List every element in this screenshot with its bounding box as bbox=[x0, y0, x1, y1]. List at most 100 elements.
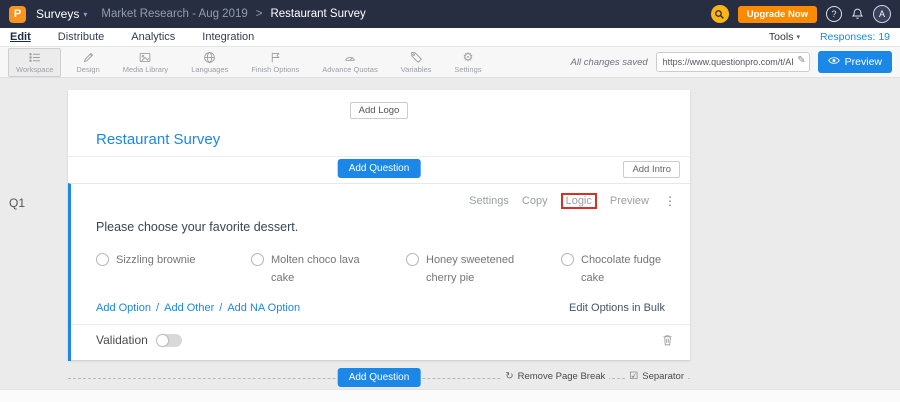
toggle-knob bbox=[157, 335, 168, 346]
finish-options-icon bbox=[269, 51, 282, 64]
tab-analytics[interactable]: Analytics bbox=[131, 31, 175, 43]
toolbar-item-label: Variables bbox=[401, 65, 432, 74]
survey-url-input[interactable] bbox=[656, 52, 810, 72]
option-links-row: Add Option / Add Other / Add NA Option E… bbox=[96, 302, 665, 314]
help-icon[interactable]: ? bbox=[826, 6, 842, 22]
media-library-icon bbox=[138, 51, 152, 64]
toolbar-item-label: Finish Options bbox=[251, 65, 299, 74]
editor-content: Q1 Add Logo Restaurant Survey Add Questi… bbox=[0, 78, 900, 402]
radio-icon bbox=[406, 253, 419, 266]
advance-quotas-icon bbox=[343, 51, 357, 64]
tools-menu[interactable]: Tools ▾ bbox=[769, 31, 800, 43]
tab-integration[interactable]: Integration bbox=[202, 31, 254, 43]
topbar-right: Upgrade Now ? A bbox=[711, 5, 891, 23]
answer-option-label: Molten choco lava cake bbox=[271, 252, 376, 287]
nav-right: Tools ▾ Responses: 19 bbox=[769, 31, 890, 43]
toolbar-item-label: Workspace bbox=[16, 65, 53, 74]
tab-distribute[interactable]: Distribute bbox=[58, 31, 104, 43]
breadcrumb-separator: > bbox=[256, 8, 263, 20]
survey-card: Add Logo Restaurant Survey Add Question … bbox=[68, 90, 690, 360]
search-icon[interactable] bbox=[711, 5, 729, 23]
answer-option[interactable]: Honey sweetened cherry pie bbox=[406, 252, 531, 292]
radio-icon bbox=[251, 253, 264, 266]
question-copy-link[interactable]: Copy bbox=[522, 195, 548, 207]
tab-edit[interactable]: Edit bbox=[10, 31, 31, 43]
toolbar-right: All changes saved ✎ Preview bbox=[571, 51, 892, 73]
question-logic-link[interactable]: Logic bbox=[561, 193, 597, 209]
add-logo-button[interactable]: Add Logo bbox=[350, 102, 409, 119]
answer-option[interactable]: Sizzling brownie bbox=[96, 252, 221, 292]
toolbar-item-finish-options[interactable]: Finish Options bbox=[243, 48, 307, 77]
topbar-left: P Surveys ▾ Market Research - Aug 2019 >… bbox=[9, 6, 366, 23]
more-options-icon[interactable]: ⋮ bbox=[664, 194, 676, 208]
checkbox-checked-icon: ☑ bbox=[629, 371, 638, 382]
nav-tabs: Edit Distribute Analytics Integration bbox=[10, 31, 254, 43]
question-text[interactable]: Please choose your favorite dessert. bbox=[96, 220, 690, 234]
validation-toggle[interactable] bbox=[156, 334, 182, 347]
breadcrumb-current: Restaurant Survey bbox=[270, 8, 365, 20]
radio-icon bbox=[561, 253, 574, 266]
remove-page-break-button[interactable]: ↻ Remove Page Break bbox=[501, 371, 609, 382]
separator-checkbox[interactable]: ☑ Separator bbox=[625, 371, 688, 382]
survey-title[interactable]: Restaurant Survey bbox=[96, 131, 690, 148]
toolbar-item-label: Settings bbox=[454, 65, 481, 74]
add-question-button-bottom[interactable]: Add Question bbox=[338, 368, 421, 387]
validation-label: Validation bbox=[96, 333, 148, 347]
add-option-link[interactable]: Add Option bbox=[96, 302, 151, 314]
tools-label: Tools bbox=[769, 31, 794, 43]
toolbar-item-workspace[interactable]: Workspace bbox=[8, 48, 61, 77]
toolbar-item-label: Design bbox=[76, 65, 99, 74]
avatar[interactable]: A bbox=[873, 5, 891, 23]
edit-url-icon[interactable]: ✎ bbox=[797, 55, 805, 66]
edit-options-in-bulk-link[interactable]: Edit Options in Bulk bbox=[569, 302, 665, 314]
add-na-option-link[interactable]: Add NA Option bbox=[227, 302, 300, 314]
workspace-icon bbox=[28, 51, 42, 64]
radio-icon bbox=[96, 253, 109, 266]
surveys-label: Surveys bbox=[36, 7, 79, 21]
toolbar-item-design[interactable]: Design bbox=[68, 48, 107, 77]
toolbar: Workspace Design Media Library Languages… bbox=[0, 47, 900, 78]
eye-icon bbox=[828, 56, 840, 68]
page: P Surveys ▾ Market Research - Aug 2019 >… bbox=[0, 0, 900, 402]
notifications-icon[interactable] bbox=[851, 7, 864, 21]
add-intro-button[interactable]: Add Intro bbox=[623, 161, 680, 178]
refresh-icon: ↻ bbox=[505, 371, 513, 382]
responses-count[interactable]: Responses: 19 bbox=[820, 31, 890, 43]
breadcrumb-parent[interactable]: Market Research - Aug 2019 bbox=[101, 8, 247, 20]
toolbar-item-variables[interactable]: Variables bbox=[393, 48, 440, 77]
delete-question-icon[interactable] bbox=[661, 333, 674, 347]
link-separator: / bbox=[219, 302, 222, 314]
breadcrumb: Market Research - Aug 2019 > Restaurant … bbox=[101, 8, 365, 20]
answer-option[interactable]: Molten choco lava cake bbox=[251, 252, 376, 292]
preview-button[interactable]: Preview bbox=[818, 51, 892, 73]
toolbar-item-label: Languages bbox=[191, 65, 228, 74]
toolbar-item-settings[interactable]: ⚙ Settings bbox=[446, 48, 489, 77]
upgrade-now-button[interactable]: Upgrade Now bbox=[738, 6, 817, 23]
toolbar-item-media-library[interactable]: Media Library bbox=[115, 48, 176, 77]
question-settings-link[interactable]: Settings bbox=[469, 195, 509, 207]
variables-icon bbox=[410, 51, 423, 64]
questionpro-logo[interactable]: P bbox=[9, 6, 26, 23]
question-block: Settings Copy Logic Preview ⋮ Please cho… bbox=[68, 183, 690, 361]
question-footer: Validation bbox=[71, 324, 690, 347]
toolbar-item-label: Advance Quotas bbox=[322, 65, 377, 74]
question-id: Q1 bbox=[9, 196, 25, 210]
save-status: All changes saved bbox=[571, 57, 648, 68]
chevron-down-icon: ▾ bbox=[796, 33, 800, 41]
answer-option[interactable]: Chocolate fudge cake bbox=[561, 252, 686, 292]
answer-option-label: Honey sweetened cherry pie bbox=[426, 252, 531, 287]
toolbar-item-advance-quotas[interactable]: Advance Quotas bbox=[314, 48, 385, 77]
toolbar-item-languages[interactable]: Languages bbox=[183, 48, 236, 77]
gear-icon: ⚙ bbox=[463, 51, 474, 64]
add-question-button[interactable]: Add Question bbox=[338, 159, 421, 178]
answer-option-label: Sizzling brownie bbox=[116, 252, 195, 270]
question-actions: Settings Copy Logic Preview ⋮ bbox=[71, 184, 690, 210]
question-preview-link[interactable]: Preview bbox=[610, 195, 649, 207]
languages-icon bbox=[203, 51, 216, 64]
preview-label: Preview bbox=[845, 56, 882, 68]
toolbar-item-label: Media Library bbox=[123, 65, 168, 74]
add-other-link[interactable]: Add Other bbox=[164, 302, 214, 314]
surveys-dropdown[interactable]: Surveys ▾ bbox=[36, 7, 87, 21]
bottom-strip bbox=[0, 389, 900, 402]
design-icon bbox=[82, 51, 95, 64]
